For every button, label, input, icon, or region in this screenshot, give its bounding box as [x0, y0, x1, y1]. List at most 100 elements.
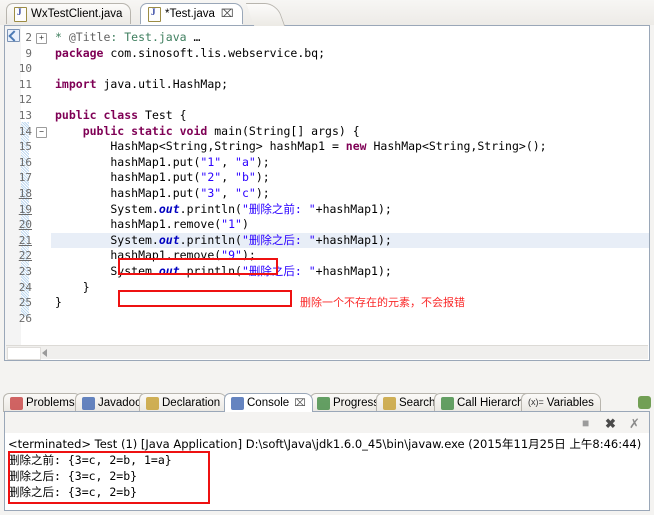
line-number: 25 — [18, 296, 32, 310]
scroll-left-icon[interactable] — [42, 349, 47, 357]
editor-tabbar: WxTestClient.java *Test.java ⌧ — [0, 0, 654, 26]
view-tab-problems[interactable]: Problems — [3, 393, 82, 412]
line-number: 10 — [18, 62, 32, 76]
editor-tab-label: *Test.java — [165, 8, 215, 20]
code-line[interactable]: 12 — [5, 92, 649, 108]
annotation-note: 删除一个不存在的元素，不会报错 — [300, 296, 465, 309]
line-number: 18 — [18, 186, 32, 200]
remove-nine-box — [118, 290, 292, 307]
search-icon — [383, 396, 396, 410]
code-text: hashMap1.remove("1") — [55, 217, 249, 232]
console-output-line: 删除之前: {3=c, 2=b, 1=a} — [8, 453, 172, 467]
code-line[interactable]: 21 System.out.println("删除之后: "+hashMap1)… — [5, 232, 649, 249]
tabbar-curve — [245, 3, 286, 26]
code-line[interactable]: 19 System.out.println("删除之前: "+hashMap1)… — [5, 202, 649, 218]
terminate-button[interactable]: ■ — [582, 416, 589, 430]
code-line[interactable]: 23 System.out.println("删除之后: "+hashMap1)… — [5, 264, 649, 280]
remove-launch-button[interactable]: ✖ — [605, 416, 616, 432]
java-file-icon — [148, 6, 161, 22]
line-number: 14 — [18, 124, 32, 138]
code-line[interactable]: 24 } — [5, 280, 649, 296]
view-tab-label: Variables — [546, 397, 594, 409]
view-tab-label: Search — [399, 397, 436, 409]
code-line[interactable]: 15 HashMap<String,String> hashMap1 = new… — [5, 139, 649, 155]
java-editor[interactable]: 2 + * @Title: Test.java … 9 package com.sino… — [4, 25, 650, 361]
line-number: 24 — [18, 280, 32, 294]
console-toolbar: ■ ✖ ✗ — [5, 412, 649, 434]
editor-tab-label: WxTestClient.java — [31, 8, 123, 20]
code-line[interactable]: 10 — [5, 61, 649, 77]
line-number: 23 — [18, 264, 32, 278]
code-text: System.out.println("删除之后: "+hashMap1); — [55, 232, 392, 247]
line-number: 17 — [18, 171, 32, 185]
code-line[interactable]: 22 hashMap1.remove("9"); — [5, 248, 649, 264]
console-icon — [231, 396, 244, 410]
view-menu-gear-icon[interactable] — [638, 396, 651, 409]
code-line[interactable]: 17 hashMap1.put("2", "b"); — [5, 170, 649, 186]
close-icon[interactable]: ⌧ — [294, 398, 306, 409]
code-line[interactable]: 13 public class Test { — [5, 108, 649, 124]
code-text: hashMap1.put("1", "a"); — [55, 154, 270, 169]
line-number: 9 — [25, 46, 32, 60]
line-number: 22 — [18, 249, 32, 263]
code-line[interactable]: 9 package com.sinosoft.lis.webservice.bq; — [5, 46, 649, 62]
line-number: 15 — [18, 140, 32, 154]
view-tab-progress[interactable]: Progress — [310, 393, 387, 412]
fold-collapse-icon[interactable]: − — [36, 126, 47, 138]
code-text: * @Title: Test.java … — [55, 30, 201, 44]
view-tab-search[interactable]: Search — [376, 393, 443, 412]
line-number: 2 — [25, 31, 32, 44]
code-text: HashMap<String,String> hashMap1 = new Ha… — [55, 139, 547, 154]
javadoc-icon — [82, 396, 95, 410]
view-tab-console[interactable]: Console ⌧ — [224, 393, 313, 412]
code-text: System.out.println("删除之前: "+hashMap1); — [55, 201, 392, 216]
problems-icon — [10, 396, 23, 410]
line-number: 13 — [18, 108, 32, 122]
view-tab-label: Call Hierarchy — [457, 397, 530, 409]
code-text: public static void main(String[] args) { — [55, 123, 360, 138]
editor-code-area[interactable]: 2 + * @Title: Test.java … 9 package com.sino… — [5, 30, 649, 326]
code-text: public class Test { — [55, 107, 187, 122]
view-tab-label: Console — [247, 397, 290, 409]
code-text: import java.util.HashMap; — [55, 76, 229, 91]
editor-horizontal-scrollbar[interactable] — [6, 345, 648, 360]
view-tab-variables[interactable]: (x)= Variables — [521, 393, 601, 412]
variables-icon: (x)= — [528, 396, 544, 407]
view-tab-label: Problems — [26, 397, 75, 409]
code-text: } — [55, 295, 62, 310]
console-view[interactable]: ■ ✖ ✗ <terminated> Test (1) [Java Applic… — [4, 411, 650, 511]
progress-icon — [317, 396, 330, 410]
code-text: } — [55, 279, 90, 294]
view-tab-label: Javadoc — [98, 397, 141, 409]
code-line[interactable]: 18 hashMap1.put("3", "c"); — [5, 186, 649, 202]
remove-one-box — [118, 258, 278, 275]
line-number: 11 — [18, 77, 32, 91]
close-icon[interactable]: ⌧ — [221, 8, 234, 20]
line-number: 19 — [18, 202, 32, 216]
remove-all-terminated-button[interactable]: ✗ — [629, 416, 640, 432]
editor-tab-wxtestclient[interactable]: WxTestClient.java — [6, 3, 132, 24]
view-tab-declaration[interactable]: Declaration — [139, 393, 228, 412]
launch-configuration-line: <terminated> Test (1) [Java Application]… — [8, 437, 642, 451]
scrollbar-thumb[interactable] — [7, 347, 41, 360]
code-line[interactable]: 2 + * @Title: Test.java … — [5, 30, 649, 46]
java-file-icon — [14, 6, 27, 22]
call-hierarchy-icon — [441, 396, 454, 410]
code-line[interactable]: 20 hashMap1.remove("1") — [5, 217, 649, 233]
code-line[interactable]: 26 — [5, 311, 649, 327]
code-text: hashMap1.put("3", "c"); — [55, 185, 270, 200]
line-number: 21 — [18, 233, 32, 247]
line-number: 20 — [18, 218, 32, 232]
line-number: 12 — [18, 93, 32, 107]
code-line[interactable]: 16 hashMap1.put("1", "a"); — [5, 155, 649, 171]
declaration-icon — [146, 396, 159, 410]
code-line[interactable]: 11 import java.util.HashMap; — [5, 77, 649, 93]
line-number: 26 — [18, 311, 32, 325]
eclipse-window: WxTestClient.java *Test.java ⌧ 2 + * @Titl… — [0, 0, 654, 515]
code-text: package com.sinosoft.lis.webservice.bq; — [55, 45, 326, 60]
fold-expand-icon[interactable]: + — [36, 33, 47, 44]
view-tab-javadoc[interactable]: Javadoc — [75, 393, 148, 412]
code-line[interactable]: 14− public static void main(String[] arg… — [5, 124, 649, 140]
code-text: hashMap1.put("2", "b"); — [55, 170, 270, 185]
editor-tab-test[interactable]: *Test.java ⌧ — [140, 3, 243, 25]
